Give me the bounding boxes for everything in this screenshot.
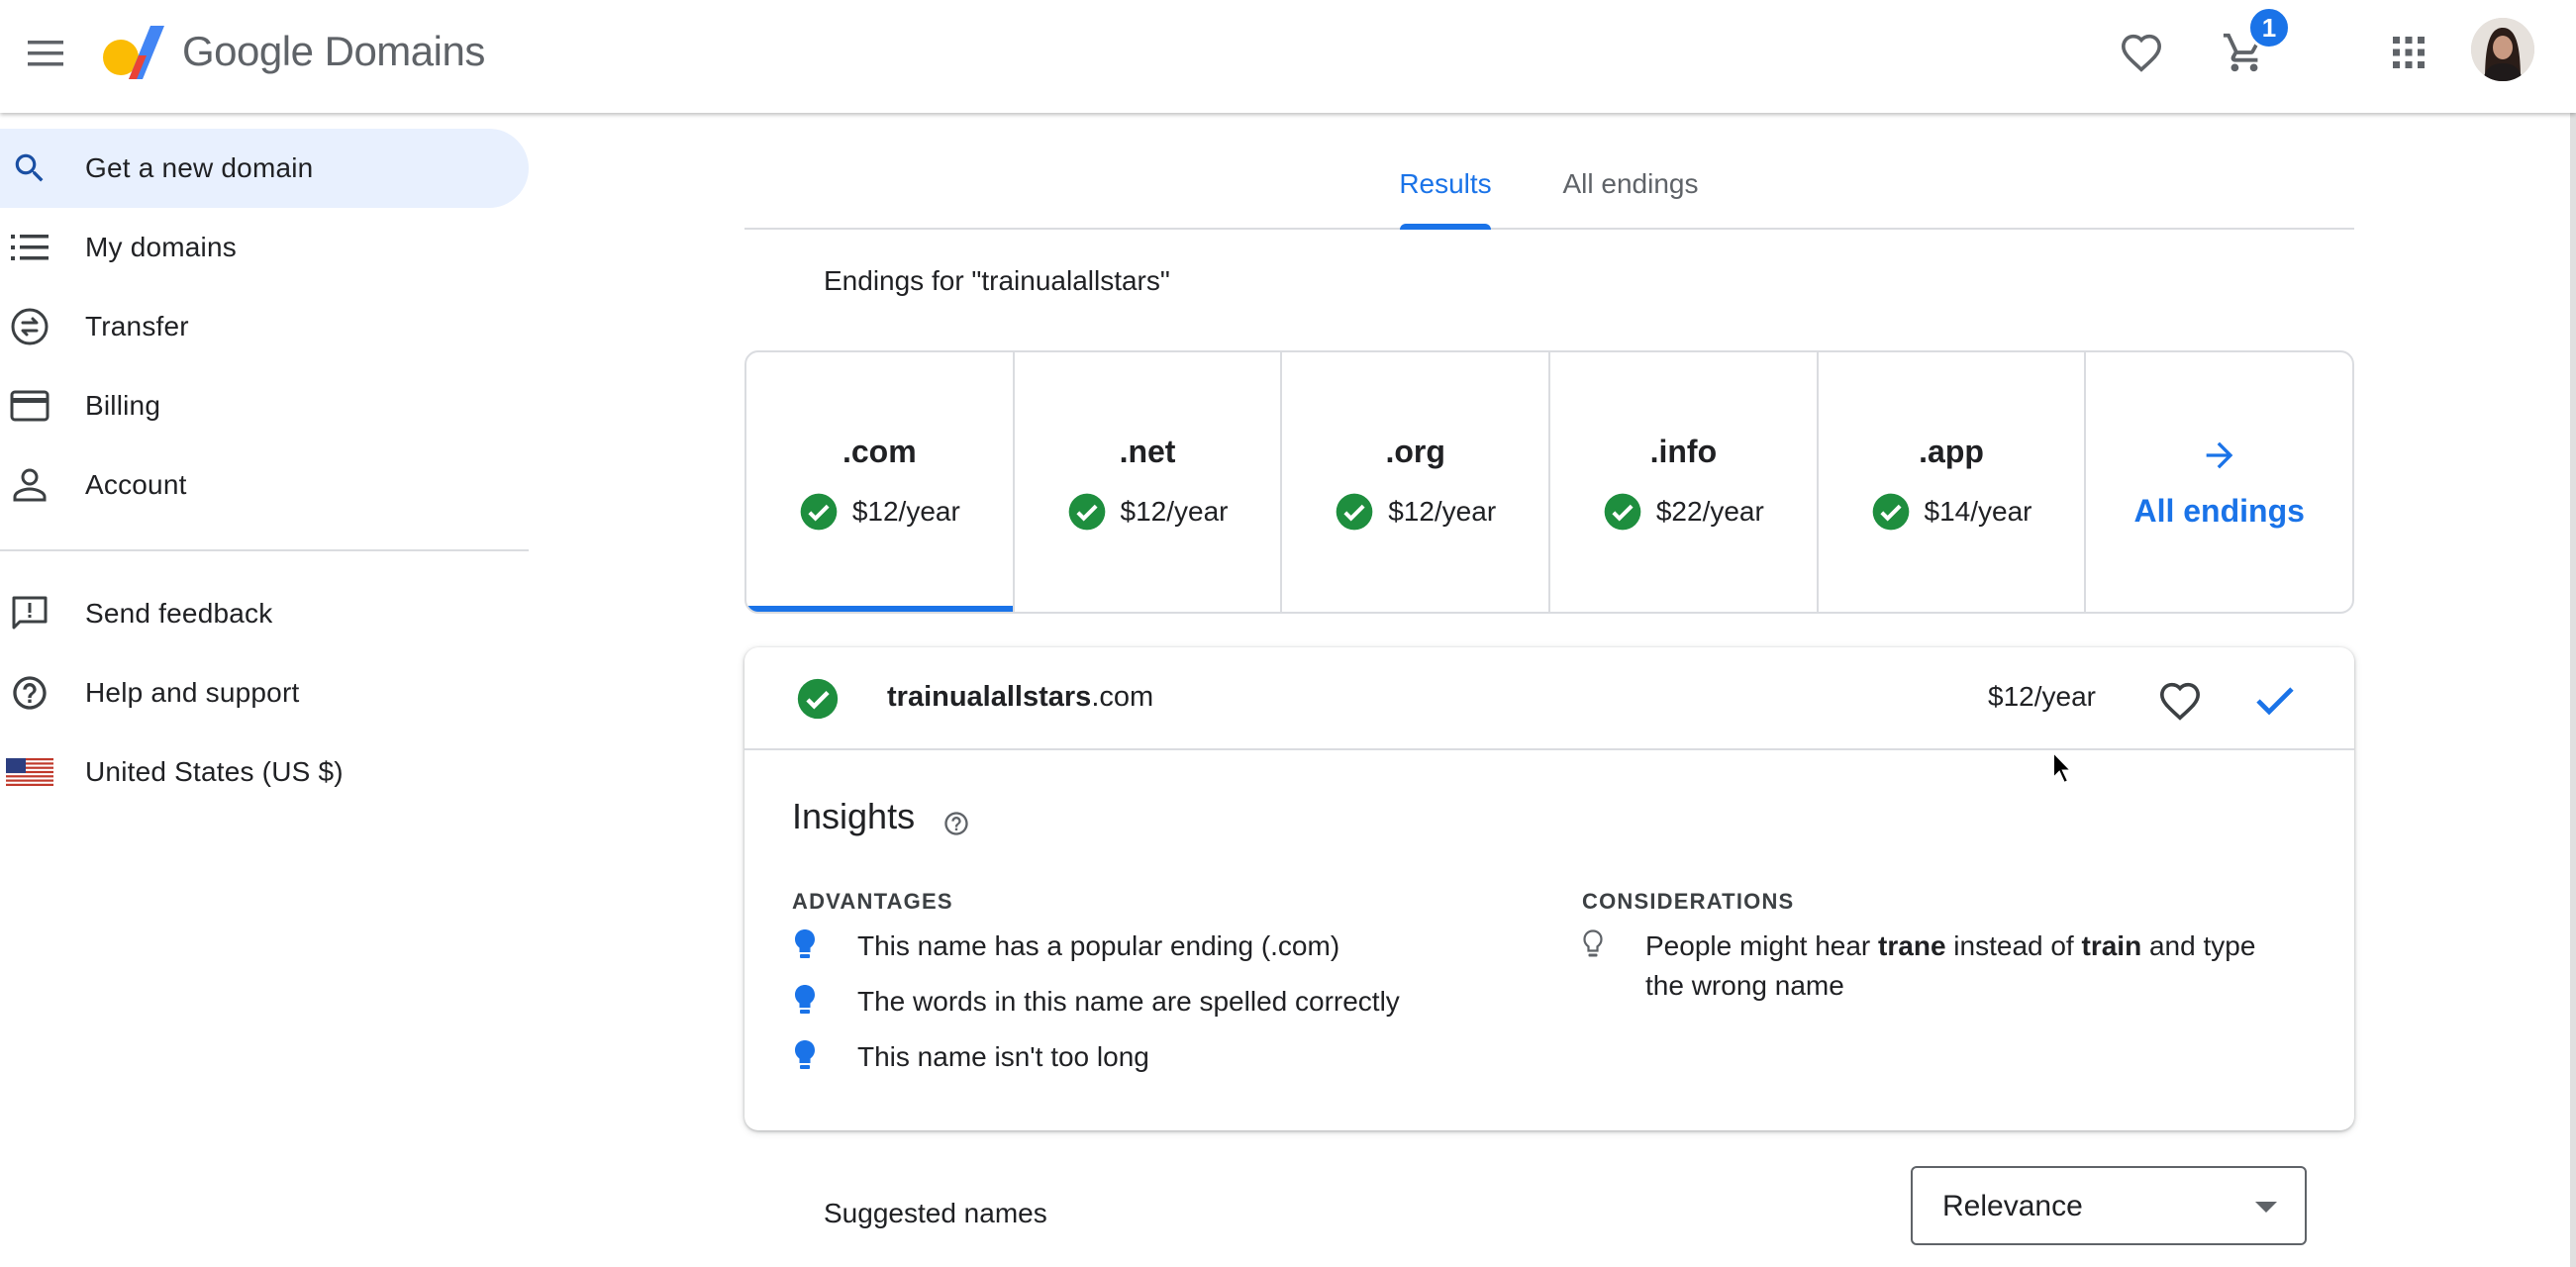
mouse-cursor-icon [2051, 749, 2077, 791]
google-domains-logo-icon[interactable] [99, 22, 168, 81]
sort-dropdown[interactable]: Relevance [1911, 1166, 2307, 1245]
sidebar-divider [0, 549, 529, 551]
brand-product: Domains [324, 28, 486, 74]
ending-price: $12/year [851, 495, 960, 527]
sidebar-item-label: My domains [85, 232, 237, 262]
sidebar-item-help-support[interactable]: Help and support [0, 653, 529, 732]
sidebar-item-country[interactable]: United States (US $) [0, 732, 529, 812]
consideration-text: People might hear trane instead of train… [1645, 930, 2256, 1001]
ending-net[interactable]: .net $12/year [1015, 352, 1283, 612]
advantages-heading: ADVANTAGES [792, 889, 953, 914]
sidebar-item-get-new-domain[interactable]: Get a new domain [0, 129, 529, 208]
added-check-icon[interactable] [2249, 675, 2301, 727]
tab-all-endings[interactable]: All endings [1546, 139, 1715, 230]
sidebar-nav: Get a new domain My domains Transfer Bil… [0, 113, 529, 1267]
sidebar-item-send-feedback[interactable]: Send feedback [0, 574, 529, 653]
us-flag-icon [0, 758, 85, 786]
menu-icon[interactable] [22, 30, 69, 77]
sidebar-item-transfer[interactable]: Transfer [0, 287, 529, 366]
suggested-names-heading: Suggested names [824, 1198, 1047, 1228]
available-check-icon [800, 493, 838, 530]
available-check-icon [797, 678, 839, 720]
ending-tld: .com [842, 433, 917, 469]
results-tabs: Results All endings [744, 139, 2354, 230]
endings-title: Endings for "trainualallstars" [824, 265, 1170, 296]
available-check-icon [1872, 493, 1909, 530]
search-icon [0, 149, 85, 187]
all-endings-button[interactable]: All endings [2086, 352, 2352, 612]
tab-results[interactable]: Results [1380, 139, 1511, 230]
lightbulb-filled-icon [794, 982, 857, 1016]
insights-title: Insights [792, 796, 916, 836]
available-check-icon [1068, 493, 1105, 530]
consideration-item: People might hear trane instead of train… [1582, 926, 2295, 1006]
favorite-icon[interactable] [2154, 675, 2206, 727]
window-edge [2570, 0, 2576, 1267]
domain-result-card: trainualallstars.com $12/year Insights A… [744, 647, 2354, 1130]
help-icon [0, 673, 85, 713]
domain-price: $12/year [1988, 681, 2096, 712]
endings-strip: .com $12/year .net $12/year .org $12/yea… [744, 350, 2354, 614]
available-check-icon [1336, 493, 1373, 530]
account-avatar[interactable] [2471, 18, 2534, 81]
domain-tld: .com [1091, 681, 1154, 713]
brand-google: Google [182, 28, 314, 74]
sidebar-item-billing[interactable]: Billing [0, 366, 529, 445]
sidebar-item-my-domains[interactable]: My domains [0, 208, 529, 287]
advantage-text: This name has a popular ending (.com) [857, 930, 1340, 961]
all-endings-label: All endings [2133, 492, 2305, 529]
arrow-forward-icon [2206, 441, 2233, 468]
ending-price: $12/year [1388, 495, 1497, 527]
sidebar-item-label: Help and support [85, 677, 300, 708]
list-icon [0, 233, 85, 262]
sidebar-item-label: United States (US $) [85, 756, 344, 787]
sort-selected-value: Relevance [1942, 1190, 2083, 1222]
available-check-icon [1604, 493, 1641, 530]
sidebar-item-account[interactable]: Account [0, 445, 529, 525]
active-tab-indicator [1400, 224, 1491, 230]
ending-price: $14/year [1924, 495, 2032, 527]
lightbulb-outline-icon [1582, 926, 1645, 960]
ending-tld: .app [1919, 433, 1984, 469]
favorite-icon[interactable] [2111, 22, 2172, 83]
sidebar-item-label: Get a new domain [85, 152, 314, 183]
sidebar-item-label: Send feedback [85, 598, 273, 629]
domain-result-header: trainualallstars.com $12/year [744, 647, 2354, 750]
ending-app[interactable]: .app $14/year [1819, 352, 2087, 612]
advantage-item: The words in this name are spelled corre… [794, 982, 1400, 1022]
help-icon[interactable] [942, 810, 970, 842]
advantage-text: This name isn't too long [857, 1041, 1149, 1072]
brand-name[interactable]: Google Domains [182, 28, 485, 75]
advantage-item: This name isn't too long [794, 1037, 1149, 1077]
ending-price: $22/year [1655, 495, 1764, 527]
ending-tld: .org [1385, 433, 1445, 469]
transfer-icon [0, 307, 85, 346]
advantage-text: The words in this name are spelled corre… [857, 986, 1400, 1017]
top-app-bar: Google Domains 1 [0, 0, 2576, 113]
credit-card-icon [0, 390, 85, 422]
ending-price: $12/year [1120, 495, 1229, 527]
feedback-icon [0, 594, 85, 634]
domain-name-label: trainualallstars [887, 681, 1092, 713]
lightbulb-filled-icon [794, 1037, 857, 1071]
considerations-heading: CONSIDERATIONS [1582, 889, 1795, 914]
sidebar-item-label: Account [85, 469, 187, 500]
cart-count-badge: 1 [2247, 6, 2291, 49]
apps-icon[interactable] [2378, 22, 2439, 83]
sidebar-item-label: Transfer [85, 311, 189, 341]
advantage-item: This name has a popular ending (.com) [794, 926, 1339, 966]
ending-org[interactable]: .org $12/year [1282, 352, 1551, 612]
person-icon [0, 466, 85, 504]
ending-tld: .info [1649, 433, 1718, 469]
dropdown-arrow-icon [2255, 1202, 2277, 1213]
sidebar-item-label: Billing [85, 390, 161, 421]
ending-tld: .net [1119, 433, 1176, 469]
ending-info[interactable]: .info $22/year [1550, 352, 1819, 612]
domain-name: trainualallstars.com [887, 681, 1153, 714]
ending-com[interactable]: .com $12/year [746, 352, 1015, 612]
lightbulb-filled-icon [794, 926, 857, 960]
